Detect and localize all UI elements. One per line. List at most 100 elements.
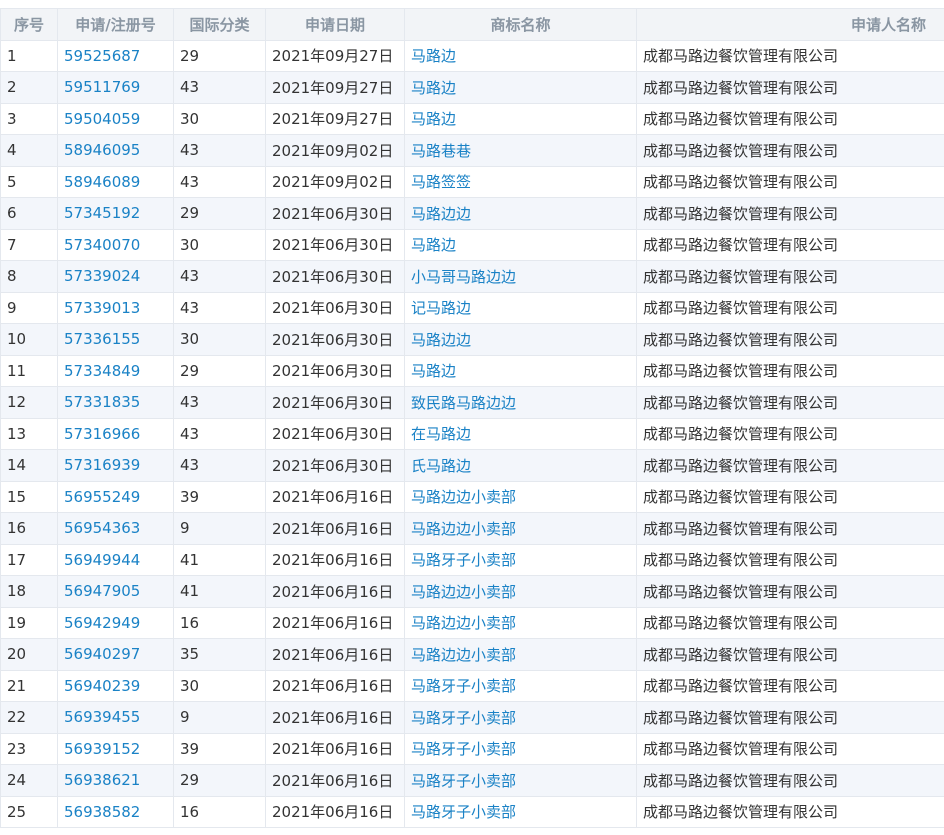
cell-reg-number: 56940239	[58, 670, 174, 702]
cell-apply-date: 2021年06月30日	[266, 387, 405, 419]
table-row: 2456938621292021年06月16日马路牙子小卖部成都马路边餐饮管理有…	[1, 765, 944, 797]
trademark-name-link[interactable]: 小马哥马路边边	[411, 268, 516, 286]
trademark-name-link[interactable]: 马路牙子小卖部	[411, 551, 516, 569]
trademark-name-link[interactable]: 马路边	[411, 79, 456, 97]
reg-number-link[interactable]: 56938621	[64, 771, 140, 789]
table-row: 2056940297352021年06月16日马路边边小卖部成都马路边餐饮管理有…	[1, 639, 944, 671]
trademark-name-link[interactable]: 马路牙子小卖部	[411, 709, 516, 727]
trademark-name-link[interactable]: 马路牙子小卖部	[411, 772, 516, 790]
reg-number-link[interactable]: 57316939	[64, 456, 140, 474]
cell-serial: 5	[1, 166, 58, 198]
reg-number-link[interactable]: 56940297	[64, 645, 140, 663]
cell-serial: 19	[1, 607, 58, 639]
table-row: 558946089432021年09月02日马路签签成都马路边餐饮管理有限公司	[1, 166, 944, 198]
header-serial: 序号	[1, 9, 58, 41]
reg-number-link[interactable]: 58946095	[64, 141, 140, 159]
reg-number-link[interactable]: 56938582	[64, 803, 140, 821]
reg-number-link[interactable]: 57340070	[64, 236, 140, 254]
cell-reg-number: 56949944	[58, 544, 174, 576]
reg-number-link[interactable]: 56949944	[64, 551, 140, 569]
trademark-name-link[interactable]: 马路边边	[411, 205, 471, 223]
reg-number-link[interactable]: 56939152	[64, 740, 140, 758]
trademark-name-link[interactable]: 马路边	[411, 110, 456, 128]
trademark-name-link[interactable]: 马路牙子小卖部	[411, 803, 516, 821]
cell-trademark-name: 马路边边小卖部	[405, 513, 637, 545]
cell-trademark-name: 马路签签	[405, 166, 637, 198]
header-trademark-name: 商标名称	[405, 9, 637, 41]
reg-number-link[interactable]: 59511769	[64, 78, 140, 96]
cell-serial: 1	[1, 40, 58, 72]
cell-intl-class: 43	[174, 387, 266, 419]
reg-number-link[interactable]: 57331835	[64, 393, 140, 411]
cell-applicant: 成都马路边餐饮管理有限公司	[637, 324, 944, 356]
reg-number-link[interactable]: 56939455	[64, 708, 140, 726]
cell-reg-number: 56938621	[58, 765, 174, 797]
trademark-name-link[interactable]: 马路边边小卖部	[411, 520, 516, 538]
cell-applicant: 成都马路边餐饮管理有限公司	[637, 702, 944, 734]
reg-number-link[interactable]: 56955249	[64, 488, 140, 506]
trademark-name-link[interactable]: 氏马路边	[411, 457, 471, 475]
reg-number-link[interactable]: 56947905	[64, 582, 140, 600]
table-row: 757340070302021年06月30日马路边成都马路边餐饮管理有限公司	[1, 229, 944, 261]
cell-apply-date: 2021年06月30日	[266, 198, 405, 230]
trademark-name-link[interactable]: 马路牙子小卖部	[411, 677, 516, 695]
cell-applicant: 成都马路边餐饮管理有限公司	[637, 387, 944, 419]
cell-serial: 7	[1, 229, 58, 261]
trademark-name-link[interactable]: 记马路边	[411, 299, 471, 317]
cell-apply-date: 2021年06月16日	[266, 481, 405, 513]
reg-number-link[interactable]: 56942949	[64, 614, 140, 632]
trademark-name-link[interactable]: 马路边	[411, 362, 456, 380]
cell-trademark-name: 马路牙子小卖部	[405, 544, 637, 576]
reg-number-link[interactable]: 57334849	[64, 362, 140, 380]
cell-trademark-name: 马路边边	[405, 324, 637, 356]
trademark-name-link[interactable]: 马路巷巷	[411, 142, 471, 160]
cell-intl-class: 39	[174, 481, 266, 513]
reg-number-link[interactable]: 59525687	[64, 47, 140, 65]
trademark-name-link[interactable]: 马路边	[411, 47, 456, 65]
trademark-name-link[interactable]: 在马路边	[411, 425, 471, 443]
trademark-name-link[interactable]: 马路边	[411, 236, 456, 254]
reg-number-link[interactable]: 57339024	[64, 267, 140, 285]
cell-applicant: 成都马路边餐饮管理有限公司	[637, 135, 944, 167]
reg-number-link[interactable]: 58946089	[64, 173, 140, 191]
reg-number-link[interactable]: 57345192	[64, 204, 140, 222]
trademark-name-link[interactable]: 马路签签	[411, 173, 471, 191]
cell-apply-date: 2021年06月16日	[266, 607, 405, 639]
trademark-name-link[interactable]: 马路牙子小卖部	[411, 740, 516, 758]
table-row: 2356939152392021年06月16日马路牙子小卖部成都马路边餐饮管理有…	[1, 733, 944, 765]
reg-number-link[interactable]: 57316966	[64, 425, 140, 443]
cell-apply-date: 2021年09月27日	[266, 40, 405, 72]
cell-serial: 6	[1, 198, 58, 230]
cell-trademark-name: 马路边边小卖部	[405, 481, 637, 513]
cell-trademark-name: 马路牙子小卖部	[405, 796, 637, 828]
reg-number-link[interactable]: 56954363	[64, 519, 140, 537]
table-row: 657345192292021年06月30日马路边边成都马路边餐饮管理有限公司	[1, 198, 944, 230]
cell-intl-class: 29	[174, 40, 266, 72]
cell-trademark-name: 马路牙子小卖部	[405, 670, 637, 702]
cell-applicant: 成都马路边餐饮管理有限公司	[637, 166, 944, 198]
trademark-name-link[interactable]: 马路边边	[411, 331, 471, 349]
cell-reg-number: 56955249	[58, 481, 174, 513]
reg-number-link[interactable]: 57339013	[64, 299, 140, 317]
cell-trademark-name: 氏马路边	[405, 450, 637, 482]
reg-number-link[interactable]: 56940239	[64, 677, 140, 695]
trademark-name-link[interactable]: 马路边边小卖部	[411, 488, 516, 506]
cell-reg-number: 59504059	[58, 103, 174, 135]
trademark-name-link[interactable]: 马路边边小卖部	[411, 614, 516, 632]
trademark-name-link[interactable]: 马路边边小卖部	[411, 646, 516, 664]
header-applicant: 申请人名称	[637, 9, 944, 41]
cell-apply-date: 2021年09月02日	[266, 166, 405, 198]
cell-intl-class: 30	[174, 324, 266, 356]
table-row: 458946095432021年09月02日马路巷巷成都马路边餐饮管理有限公司	[1, 135, 944, 167]
reg-number-link[interactable]: 59504059	[64, 110, 140, 128]
trademark-table: 序号 申请/注册号 国际分类 申请日期 商标名称 申请人名称 159525687…	[0, 8, 944, 828]
trademark-name-link[interactable]: 马路边边小卖部	[411, 583, 516, 601]
reg-number-link[interactable]: 57336155	[64, 330, 140, 348]
cell-apply-date: 2021年06月30日	[266, 229, 405, 261]
cell-intl-class: 29	[174, 355, 266, 387]
cell-applicant: 成都马路边餐饮管理有限公司	[637, 513, 944, 545]
cell-intl-class: 41	[174, 576, 266, 608]
trademark-name-link[interactable]: 致民路马路边边	[411, 394, 516, 412]
table-row: 1556955249392021年06月16日马路边边小卖部成都马路边餐饮管理有…	[1, 481, 944, 513]
header-apply-date: 申请日期	[266, 9, 405, 41]
